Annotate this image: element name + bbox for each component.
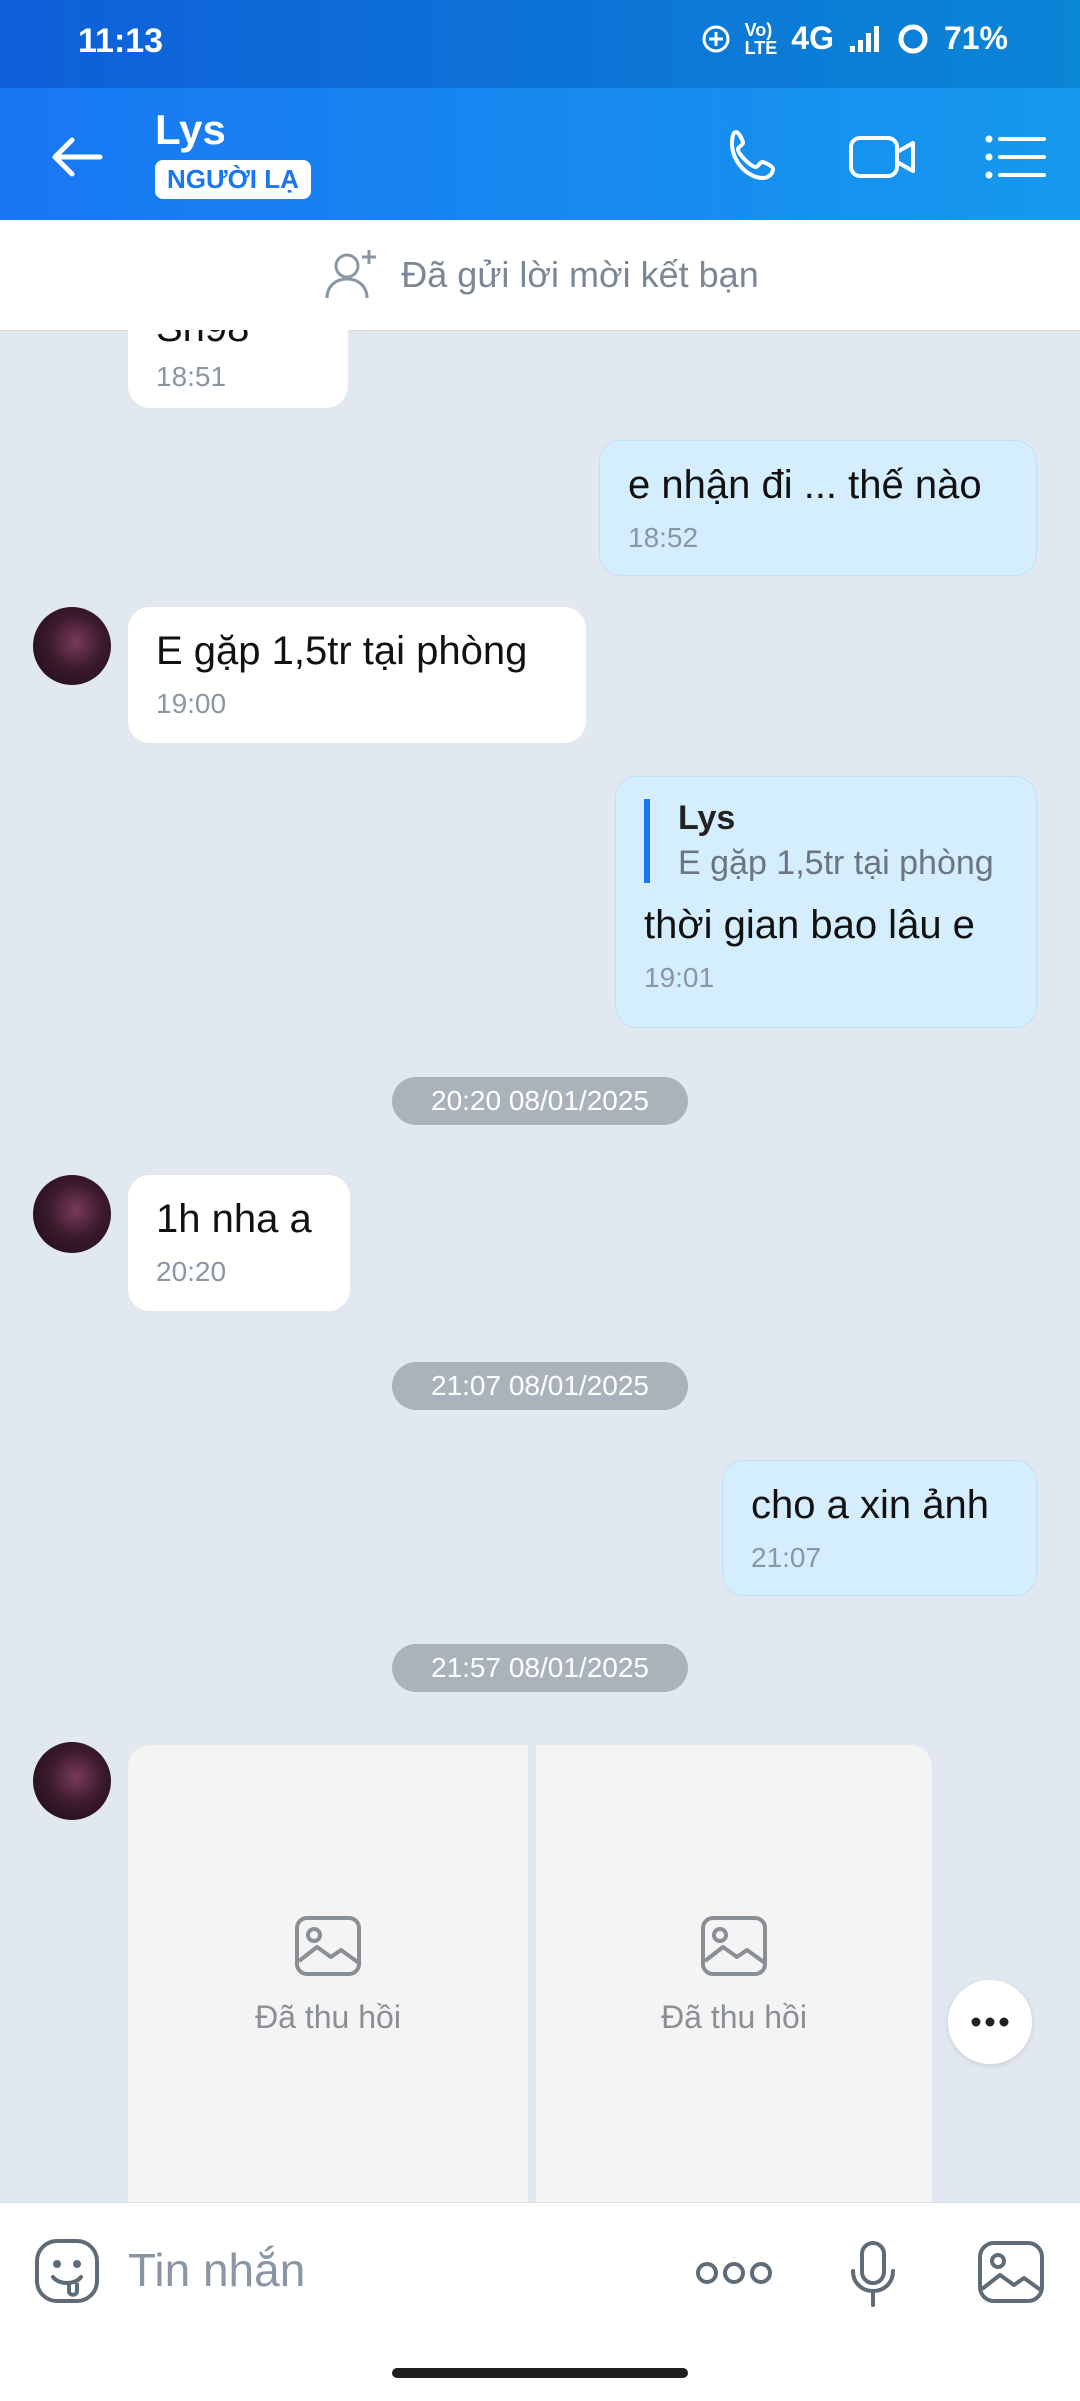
message-text: e nhận đi ... thế nào [628,463,982,507]
message-bubble-outgoing[interactable]: cho a xin ảnh 21:07 [722,1460,1037,1596]
image-placeholder-icon [295,1915,361,1976]
battery-ring-icon [898,24,928,53]
message-input[interactable]: Tin nhắn [128,2243,305,2297]
contact-avatar[interactable] [33,1175,111,1253]
message-text: Sh98 [156,330,320,351]
message-time: 19:01 [644,962,715,993]
message-bubble-reply[interactable]: Lys E gặp 1,5tr tại phòng thời gian bao … [615,776,1037,1028]
target-icon [702,25,730,52]
message-time: 20:20 [156,1256,227,1287]
message-text: 1h nha a [156,1197,312,1241]
contact-avatar[interactable] [33,1742,111,1820]
message-bubble-partial[interactable]: Sh98 18:51 [128,330,348,408]
phone-icon[interactable] [718,122,788,192]
network-type: 4G [791,20,834,56]
recalled-image-tile[interactable]: Đã thu hồi [536,1745,932,2205]
message-options-button[interactable] [948,1980,1032,2064]
video-icon[interactable] [848,122,918,192]
date-separator: 21:57 08/01/2025 [392,1644,688,1692]
more-dots-icon [971,2017,1009,2027]
message-time: 18:51 [156,361,227,392]
chat-header: Lys NGƯỜI LẠ [0,88,1080,220]
message-time: 19:00 [156,688,227,719]
mic-icon[interactable] [848,2239,898,2309]
image-placeholder-icon [701,1915,767,1976]
message-bubble-outgoing[interactable]: e nhận đi ... thế nào 18:52 [599,440,1037,576]
add-friend-icon [325,250,377,299]
home-indicator[interactable] [392,2368,688,2378]
friend-request-text: Đã gửi lời mời kết bạn [401,254,759,295]
date-separator: 20:20 08/01/2025 [392,1077,688,1125]
message-text: cho a xin ảnh [751,1483,989,1527]
contact-avatar[interactable] [33,607,111,685]
contact-name[interactable]: Lys [155,106,226,154]
volte-icon: Vo) LTE [744,19,778,58]
quoted-text: E gặp 1,5tr tại phòng [678,844,994,882]
stranger-badge: NGƯỜI LẠ [155,160,311,199]
message-text: E gặp 1,5tr tại phòng [156,629,528,673]
menu-icon[interactable] [980,122,1050,192]
quoted-sender: Lys [678,799,736,837]
battery-level: 71% [943,20,1008,56]
signal-icon [849,25,879,52]
recalled-label: Đã thu hồi [661,1998,807,2035]
emoji-icon[interactable] [33,2237,101,2305]
message-bubble-incoming[interactable]: E gặp 1,5tr tại phòng 19:00 [128,607,586,743]
quoted-message[interactable]: Lys E gặp 1,5tr tại phòng [644,799,1008,883]
recalled-label: Đã thu hồi [255,1998,401,2035]
date-separator: 21:07 08/01/2025 [392,1362,688,1410]
status-time: 11:13 [78,22,164,60]
recalled-image-tile[interactable]: Đã thu hồi [128,1745,528,2205]
image-icon[interactable] [976,2239,1046,2305]
message-time: 18:52 [628,522,699,553]
back-arrow-icon[interactable] [42,122,112,192]
more-options-icon[interactable] [696,2259,772,2287]
friend-request-bar[interactable]: Đã gửi lời mời kết bạn [0,220,1080,331]
message-bubble-incoming[interactable]: 1h nha a 20:20 [128,1175,350,1311]
status-bar: 11:13 Vo) LTE 4G 71% [0,0,1080,88]
status-icons: Vo) LTE 4G 71% [701,20,1008,57]
message-text: thời gian bao lâu e [644,903,975,947]
message-time: 21:07 [751,1542,822,1573]
